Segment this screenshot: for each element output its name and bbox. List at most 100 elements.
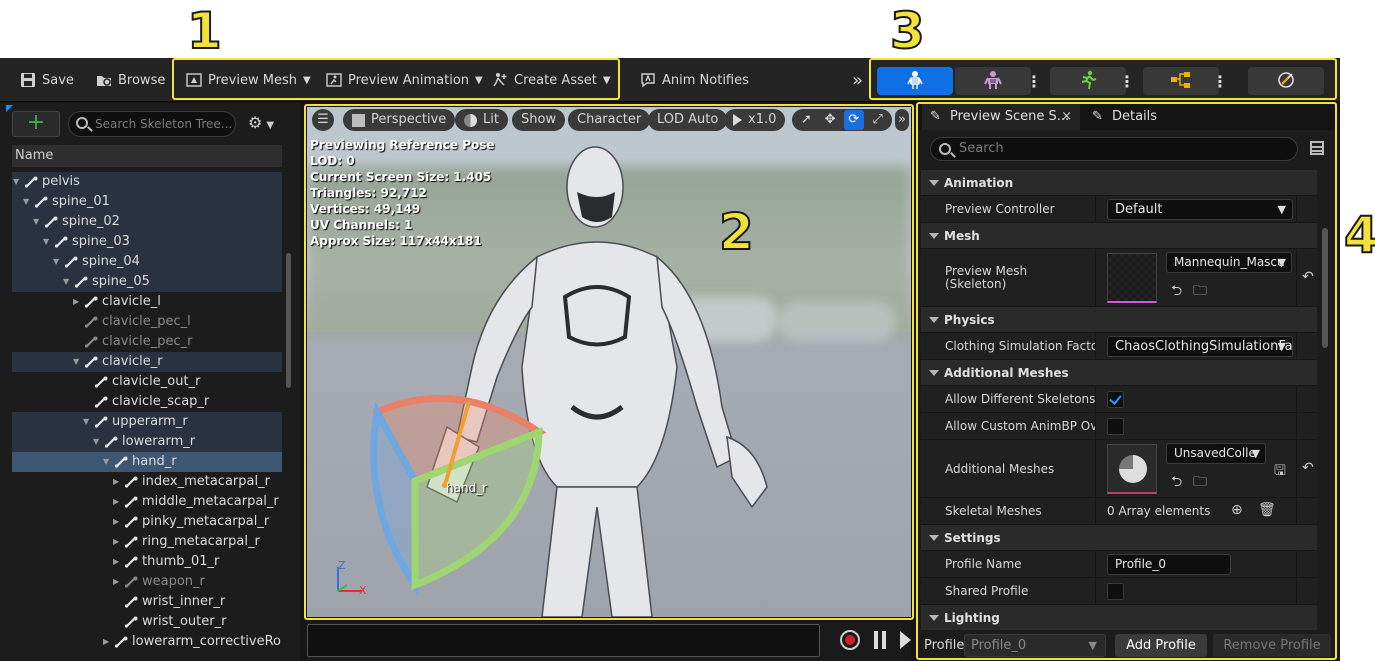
expand-arrow-icon[interactable]: ▶ — [73, 292, 79, 312]
tree-row-spine_04[interactable]: ▼ spine_04 — [12, 252, 282, 272]
save-button[interactable]: Save — [20, 68, 74, 92]
collapse-arrow-icon[interactable]: ▼ — [23, 192, 29, 212]
expand-arrow-icon[interactable]: ▶ — [113, 492, 119, 512]
bone-icon — [124, 496, 138, 508]
callout-4: 4 — [1343, 206, 1375, 264]
tree-row-lowerarm_r[interactable]: ▼ lowerarm_r — [12, 432, 282, 452]
bone-icon — [124, 516, 138, 528]
tree-row-ring_metacarpal_r[interactable]: ▶ ring_metacarpal_r — [12, 532, 282, 552]
bone-name: wrist_outer_r — [142, 614, 227, 629]
tree-row-pinky_metacarpal_r[interactable]: ▶ pinky_metacarpal_r — [12, 512, 282, 532]
bone-name: thumb_01_r — [142, 554, 220, 569]
bone-name: lowerarm_correctiveRo — [132, 634, 282, 649]
browse-button[interactable]: Browse — [96, 68, 165, 92]
collapse-arrow-icon[interactable]: ▼ — [83, 412, 89, 432]
timeline-bar — [307, 621, 911, 661]
collapse-arrow-icon[interactable]: ▼ — [93, 432, 99, 452]
bone-name: upperarm_r — [112, 414, 188, 429]
expand-arrow-icon[interactable]: ▶ — [113, 472, 119, 492]
bone-icon — [124, 536, 138, 548]
play-button[interactable] — [900, 631, 911, 649]
expand-arrow-icon[interactable]: ▶ — [113, 532, 119, 552]
bone-name: clavicle_scap_r — [112, 394, 210, 409]
tree-row-pelvis[interactable]: ▼ pelvis — [12, 172, 282, 192]
collapse-arrow-icon[interactable]: ▼ — [33, 212, 39, 232]
collapse-arrow-icon[interactable]: ▼ — [53, 252, 59, 272]
tree-row-spine_05[interactable]: ▼ spine_05 — [12, 272, 282, 292]
expand-arrow-icon[interactable]: ▶ — [113, 572, 119, 592]
collapse-arrow-icon[interactable]: ▼ — [103, 452, 109, 472]
record-button[interactable] — [840, 630, 860, 650]
collapse-arrow-icon[interactable]: ▼ — [63, 272, 69, 292]
browse-label: Browse — [118, 72, 166, 88]
bone-icon — [104, 436, 118, 448]
expand-arrow-icon[interactable]: ▶ — [113, 552, 119, 572]
tree-row-spine_01[interactable]: ▼ spine_01 — [12, 192, 282, 212]
gear-icon[interactable]: ⚙ ▼ — [248, 113, 274, 132]
bone-icon — [64, 256, 78, 268]
tree-row-weapon_r[interactable]: ▶ weapon_r — [12, 572, 282, 592]
bone-name: spine_04 — [82, 254, 140, 269]
expand-arrow-icon[interactable]: ▶ — [103, 632, 109, 652]
timeline-scrubber[interactable] — [307, 624, 820, 657]
anim-notifies-icon — [640, 72, 656, 88]
bone-name: weapon_r — [142, 574, 205, 589]
bone-icon — [84, 316, 98, 328]
bone-icon — [114, 636, 128, 648]
tree-row-hand_r[interactable]: ▼ hand_r — [12, 452, 282, 472]
anim-notifies-button[interactable]: Anim Notifies — [640, 68, 749, 92]
save-icon — [20, 72, 36, 88]
expand-arrow-icon[interactable]: ▶ — [113, 512, 119, 532]
tree-row-thumb_01_r[interactable]: ▶ thumb_01_r — [12, 552, 282, 572]
tree-row-spine_02[interactable]: ▼ spine_02 — [12, 212, 282, 232]
scrollbar[interactable] — [286, 253, 291, 388]
bone-name: hand_r — [132, 454, 177, 469]
tree-row-clavicle_pec_l[interactable]: clavicle_pec_l — [12, 312, 282, 332]
add-bone-button[interactable]: + — [12, 111, 60, 137]
tree-row-clavicle_r[interactable]: ▼ clavicle_r — [12, 352, 282, 372]
collapse-arrow-icon[interactable]: ▼ — [43, 232, 49, 252]
bone-icon — [114, 456, 128, 468]
collapse-arrow-icon[interactable]: ▼ — [13, 172, 19, 192]
tree-row-clavicle_scap_r[interactable]: clavicle_scap_r — [12, 392, 282, 412]
highlight-box-1 — [172, 58, 620, 100]
tree-row-upperarm_r[interactable]: ▼ upperarm_r — [12, 412, 282, 432]
tree-row-lowerarm_correctiveRo[interactable]: ▶ lowerarm_correctiveRo — [12, 632, 282, 652]
tree-row-spine_03[interactable]: ▼ spine_03 — [12, 232, 282, 252]
bone-name: spine_02 — [62, 214, 120, 229]
bone-icon — [84, 296, 98, 308]
bone-name: lowerarm_r — [122, 434, 196, 449]
bone-name: index_metacarpal_r — [142, 474, 270, 489]
bone-icon — [124, 576, 138, 588]
bone-icon — [54, 236, 68, 248]
tree-row-wrist_outer_r[interactable]: wrist_outer_r — [12, 612, 282, 632]
browse-icon — [96, 72, 112, 88]
bone-icon — [94, 396, 108, 408]
skeleton-search-input[interactable]: Search Skeleton Tree... — [68, 111, 236, 137]
tree-row-clavicle_out_r[interactable]: clavicle_out_r — [12, 372, 282, 392]
bone-name: pinky_metacarpal_r — [142, 514, 270, 529]
bone-icon — [124, 476, 138, 488]
save-label: Save — [42, 72, 74, 88]
callout-1: 1 — [186, 2, 223, 60]
toolbar-overflow-button[interactable]: » — [852, 68, 863, 92]
bone-icon — [124, 596, 138, 608]
tree-row-index_metacarpal_r[interactable]: ▶ index_metacarpal_r — [12, 472, 282, 492]
anim-notifies-label: Anim Notifies — [662, 72, 749, 88]
plus-icon: + — [26, 110, 46, 135]
tree-row-clavicle_l[interactable]: ▶ clavicle_l — [12, 292, 282, 312]
pause-button[interactable] — [874, 631, 886, 649]
name-column-header[interactable]: Name — [12, 145, 282, 167]
skeleton-tree: ▼ pelvis ▼ spine_01 ▼ spine_02 ▼ spine_03 ▼ spine… — [12, 172, 282, 652]
highlight-box-2 — [304, 104, 914, 620]
collapse-arrow-icon[interactable]: ▼ — [73, 352, 79, 372]
bone-icon — [44, 216, 58, 228]
tree-row-middle_metacarpal_r[interactable]: ▶ middle_metacarpal_r — [12, 492, 282, 512]
search-icon — [76, 117, 88, 129]
tree-row-clavicle_pec_r[interactable]: clavicle_pec_r — [12, 332, 282, 352]
bone-icon — [84, 336, 98, 348]
tree-row-wrist_inner_r[interactable]: wrist_inner_r — [12, 592, 282, 612]
bone-name: clavicle_l — [102, 294, 161, 309]
animation-editor-window: Save Browse Preview Mesh ▼ Preview Anima… — [0, 58, 1340, 661]
bone-icon — [74, 276, 88, 288]
